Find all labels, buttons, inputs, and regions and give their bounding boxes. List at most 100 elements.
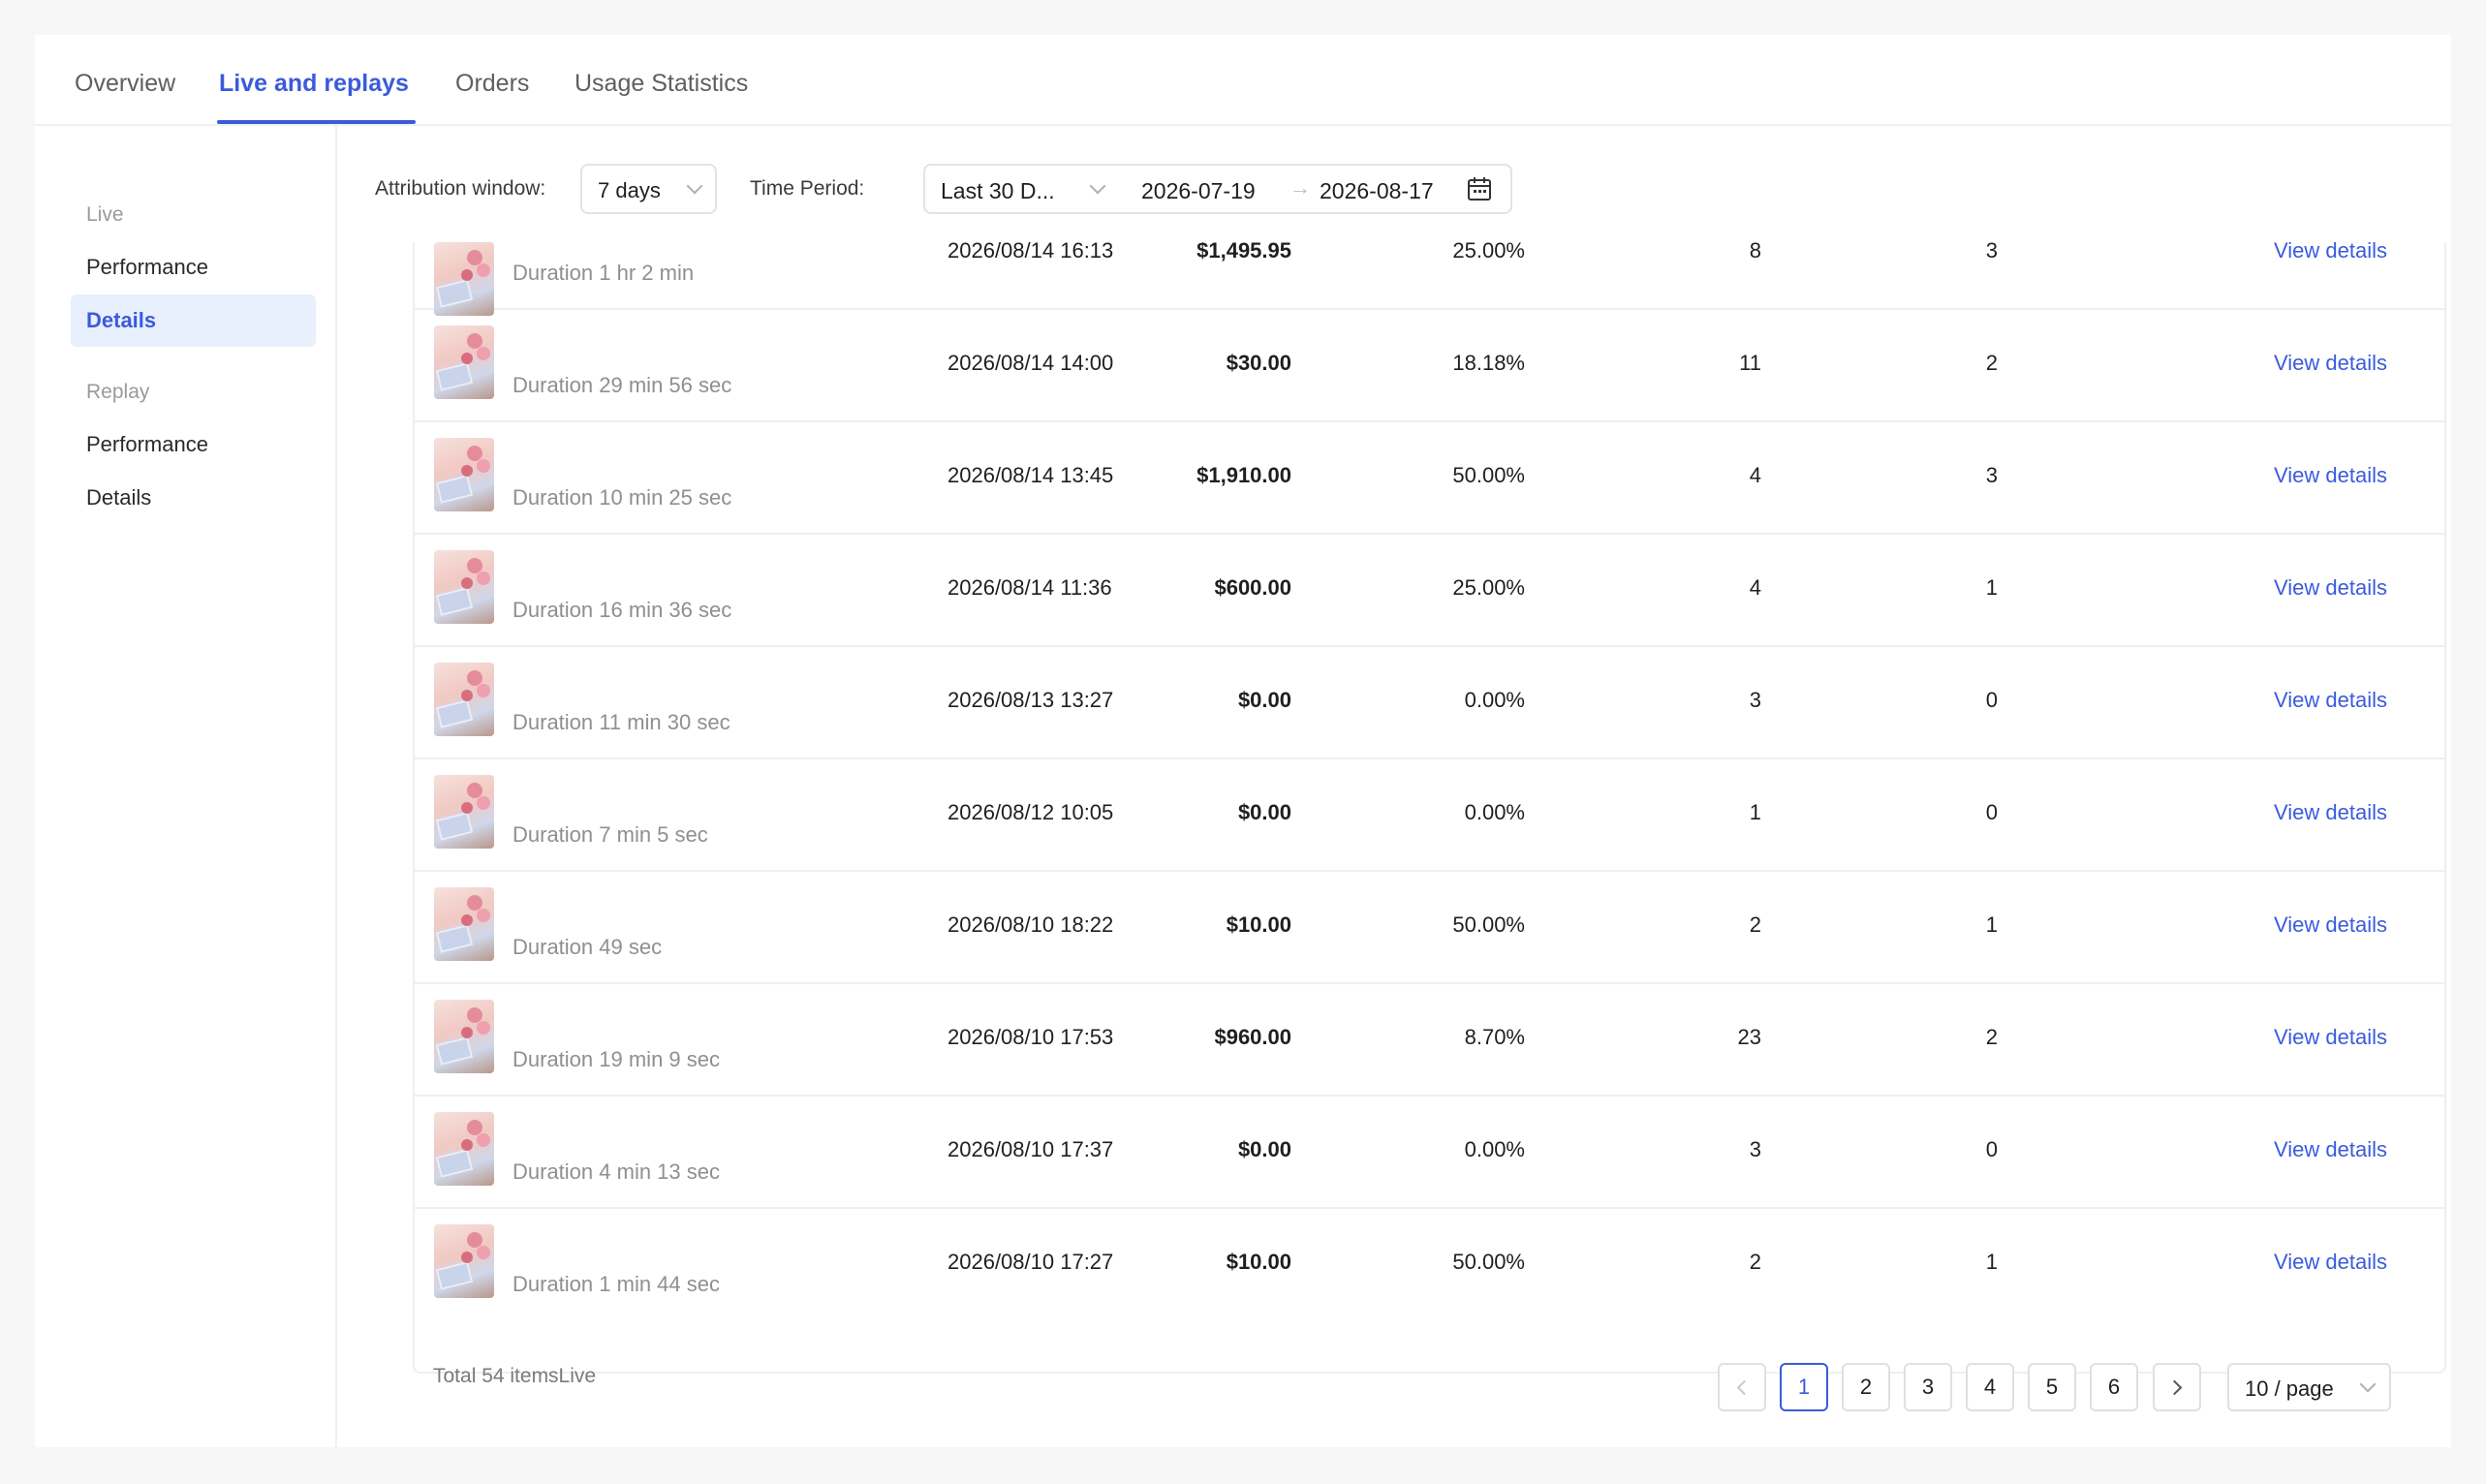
- live-start-time: 2026/08/14 16:13: [948, 242, 1114, 263]
- table-row: Duration 49 sec 2026/08/10 18:22 $10.00 50.…: [415, 872, 2444, 984]
- date-range-picker: Last 30 D... 2026-07-19 → 2026-08-17: [923, 164, 1512, 214]
- page-3-button[interactable]: 3: [1904, 1363, 1952, 1411]
- count-a-value: 2: [1749, 912, 1761, 937]
- page-size-select[interactable]: 10 / page: [2227, 1363, 2391, 1411]
- count-b-value: 2: [1985, 1025, 1998, 1049]
- live-thumbnail: [434, 1112, 494, 1186]
- revenue-value: $0.00: [1237, 688, 1291, 712]
- table-row: Duration 7 min 5 sec 2026/08/12 10:05 $0.0…: [415, 759, 2444, 872]
- sidebar-item-replay-performance[interactable]: Performance: [71, 418, 316, 471]
- time-period-label: Time Period:: [750, 177, 865, 200]
- top-tabs: Overview Live and replays Orders Usage S…: [35, 35, 2451, 126]
- view-details-link[interactable]: View details: [2274, 912, 2387, 938]
- sidebar-item-live-details[interactable]: Details: [71, 294, 316, 347]
- count-b-value: 3: [1985, 242, 1998, 263]
- view-details-link[interactable]: View details: [2274, 800, 2387, 825]
- count-a-value: 8: [1749, 242, 1761, 263]
- sidebar-item-replay-details[interactable]: Details: [71, 472, 316, 524]
- live-duration: Duration 1 min 44 sec: [513, 1272, 720, 1296]
- live-duration: Duration 10 min 25 sec: [513, 485, 732, 510]
- live-duration: Duration 49 sec: [513, 935, 663, 959]
- view-details-link[interactable]: View details: [2274, 1250, 2387, 1275]
- chevron-down-icon: [1089, 177, 1106, 195]
- rate-value: 25.00%: [1452, 242, 1525, 263]
- tab-overview[interactable]: Overview: [75, 70, 175, 98]
- table-row: Duration 4 min 13 sec 2026/08/10 17:37 $0.…: [415, 1097, 2444, 1209]
- count-b-value: 3: [1985, 463, 1998, 487]
- page-5-button[interactable]: 5: [2028, 1363, 2076, 1411]
- live-start-time: 2026/08/14 13:45: [948, 463, 1114, 487]
- page-4-button[interactable]: 4: [1966, 1363, 2014, 1411]
- table-row: Duration 1 hr 2 min 2026/08/14 16:13 $1,49…: [415, 242, 2444, 316]
- view-details-link[interactable]: View details: [2274, 688, 2387, 713]
- count-a-value: 4: [1749, 575, 1761, 600]
- attribution-window-select[interactable]: 7 days: [580, 164, 717, 214]
- page-6-button[interactable]: 6: [2090, 1363, 2138, 1411]
- count-b-value: 0: [1985, 800, 1998, 824]
- page-size-value: 10 / page: [2245, 1376, 2334, 1401]
- view-details-link[interactable]: View details: [2274, 1137, 2387, 1162]
- start-date[interactable]: 2026-07-19: [1141, 178, 1256, 204]
- revenue-value: $30.00: [1226, 351, 1291, 375]
- table-row: Duration 10 min 25 sec 2026/08/14 13:45 $1…: [415, 422, 2444, 535]
- live-thumbnail: [434, 1000, 494, 1073]
- table-row: Duration 16 min 36 sec 2026/08/14 11:36 $6…: [415, 535, 2444, 647]
- rate-value: 50.00%: [1452, 463, 1525, 487]
- view-details-link[interactable]: View details: [2274, 575, 2387, 601]
- attribution-window-label: Attribution window:: [375, 177, 546, 200]
- view-details-link[interactable]: View details: [2274, 1025, 2387, 1050]
- total-items-label: Total 54 itemsLive: [433, 1365, 597, 1387]
- rate-value: 0.00%: [1464, 1137, 1525, 1161]
- view-details-link[interactable]: View details: [2274, 242, 2387, 263]
- live-start-time: 2026/08/10 17:53: [948, 1025, 1114, 1049]
- live-start-time: 2026/08/14 14:00: [948, 351, 1114, 375]
- live-duration: Duration 29 min 56 sec: [513, 373, 732, 397]
- revenue-value: $10.00: [1226, 912, 1291, 937]
- chevron-right-icon: [2166, 1379, 2183, 1396]
- rate-value: 0.00%: [1464, 800, 1525, 824]
- prev-page-button[interactable]: [1718, 1363, 1766, 1411]
- view-details-link[interactable]: View details: [2274, 351, 2387, 376]
- count-a-value: 3: [1749, 688, 1761, 712]
- live-thumbnail: [434, 775, 494, 849]
- live-start-time: 2026/08/10 17:27: [948, 1250, 1114, 1274]
- sidebar-item-live-performance[interactable]: Performance: [71, 241, 316, 294]
- calendar-icon[interactable]: [1466, 175, 1493, 202]
- live-thumbnail: [434, 325, 494, 399]
- rate-value: 0.00%: [1464, 688, 1525, 712]
- live-duration: Duration 19 min 9 sec: [513, 1047, 720, 1071]
- live-start-time: 2026/08/10 18:22: [948, 912, 1114, 937]
- rate-value: 50.00%: [1452, 1250, 1525, 1274]
- revenue-value: $0.00: [1237, 1137, 1291, 1161]
- live-thumbnail: [434, 663, 494, 736]
- live-thumbnail: [434, 242, 494, 316]
- revenue-value: $0.00: [1237, 800, 1291, 824]
- chevron-down-icon: [2359, 1376, 2377, 1393]
- count-b-value: 1: [1985, 1250, 1998, 1274]
- tab-live-and-replays[interactable]: Live and replays: [219, 70, 409, 98]
- sidebar-group-live: Live: [86, 203, 124, 226]
- end-date[interactable]: 2026-08-17: [1320, 178, 1434, 204]
- tab-usage-statistics[interactable]: Usage Statistics: [575, 70, 748, 98]
- table-row: Duration 1 min 44 sec 2026/08/10 17:27 $10…: [415, 1209, 2444, 1321]
- range-arrow-icon: →: [1290, 175, 1311, 200]
- tab-orders[interactable]: Orders: [455, 70, 529, 98]
- table-row: Duration 11 min 30 sec 2026/08/13 13:27 $0…: [415, 647, 2444, 759]
- chevron-down-icon: [686, 177, 703, 195]
- time-period-preset[interactable]: Last 30 D...: [941, 178, 1055, 204]
- live-duration: Duration 16 min 36 sec: [513, 598, 732, 622]
- count-b-value: 1: [1985, 575, 1998, 600]
- table-row: Duration 19 min 9 sec 2026/08/10 17:53 $96…: [415, 984, 2444, 1097]
- count-b-value: 2: [1985, 351, 1998, 375]
- next-page-button[interactable]: [2153, 1363, 2201, 1411]
- page-1-button[interactable]: 1: [1780, 1363, 1828, 1411]
- page-2-button[interactable]: 2: [1842, 1363, 1890, 1411]
- count-a-value: 11: [1739, 351, 1761, 375]
- attribution-window-value: 7 days: [598, 178, 661, 202]
- rate-value: 8.70%: [1464, 1025, 1525, 1049]
- view-details-link[interactable]: View details: [2274, 463, 2387, 488]
- live-start-time: 2026/08/10 17:37: [948, 1137, 1114, 1161]
- live-thumbnail: [434, 550, 494, 624]
- live-thumbnail: [434, 887, 494, 961]
- revenue-value: $600.00: [1214, 575, 1291, 600]
